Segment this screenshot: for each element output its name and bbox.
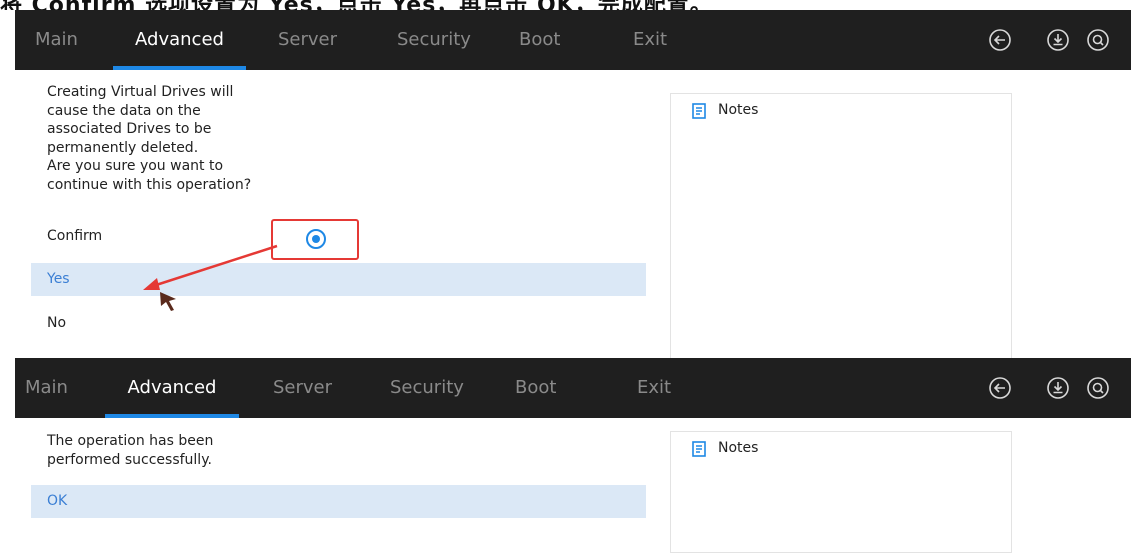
bios-screen-success: Main Advanced Server Security Boot Exit … [15,358,1131,553]
mouse-cursor-icon [160,292,176,311]
top-navbar: Main Advanced Server Security Boot Exit [15,358,1131,418]
tab-advanced-label: Advanced [135,29,224,50]
tab-security[interactable]: Security [397,10,471,70]
main-content: The operation has been performed success… [15,418,1131,553]
tab-main[interactable]: Main [35,10,78,70]
tab-main[interactable]: Main [25,358,68,418]
warning-message: Creating Virtual Drives will cause the d… [47,83,251,195]
option-no[interactable]: No [31,307,646,340]
notes-panel: Notes [670,431,1012,553]
save-download-icon[interactable] [1046,376,1070,400]
notes-icon [692,103,706,119]
tab-advanced[interactable]: Advanced [105,358,239,418]
option-no-label: No [47,315,67,331]
notes-icon [692,441,706,457]
option-ok[interactable]: OK [31,485,646,518]
bios-screen-confirm: Main Advanced Server Security Boot Exit … [15,10,1131,360]
annotation-arrow [143,244,278,290]
notes-panel: Notes [670,93,1012,360]
option-yes-label: Yes [47,271,70,287]
tab-boot[interactable]: Boot [519,10,560,70]
tab-advanced[interactable]: Advanced [113,10,246,70]
tab-boot[interactable]: Boot [515,358,556,418]
message-line: permanently deleted. [47,139,199,156]
search-icon[interactable] [1086,376,1110,400]
message-line: Are you sure you want to [47,158,224,175]
success-message: The operation has been performed success… [47,432,213,469]
save-download-icon[interactable] [1046,28,1070,52]
tab-advanced-label: Advanced [127,377,217,398]
confirm-label: Confirm [47,228,103,244]
message-line: Creating Virtual Drives will [47,84,234,100]
back-circle-icon[interactable] [988,376,1012,400]
message-line: The operation has been [47,433,214,449]
notes-title: Notes [718,440,759,456]
tab-security[interactable]: Security [390,358,464,418]
back-circle-icon[interactable] [988,28,1012,52]
top-caption-strip: 将 Confirm 选项设置为 Yes，点击 Yes，再点击 OK，完成配置。 [0,0,1131,10]
search-icon[interactable] [1086,28,1110,52]
tab-exit[interactable]: Exit [633,10,667,70]
top-navbar: Main Advanced Server Security Boot Exit [15,10,1131,70]
option-ok-label: OK [47,493,68,509]
notes-title: Notes [718,102,759,118]
caption-text: 将 Confirm 选项设置为 Yes，点击 Yes，再点击 OK，完成配置。 [0,0,713,10]
tab-server[interactable]: Server [273,358,332,418]
option-yes[interactable]: Yes [31,263,646,296]
message-line: associated Drives to be [47,121,212,138]
main-content: Creating Virtual Drives will cause the d… [15,70,1131,360]
message-line: cause the data on the [47,102,201,119]
tab-exit[interactable]: Exit [637,358,671,418]
message-line: performed successfully. [47,451,212,468]
tab-server[interactable]: Server [278,10,337,70]
message-line: continue with this operation? [47,176,252,193]
